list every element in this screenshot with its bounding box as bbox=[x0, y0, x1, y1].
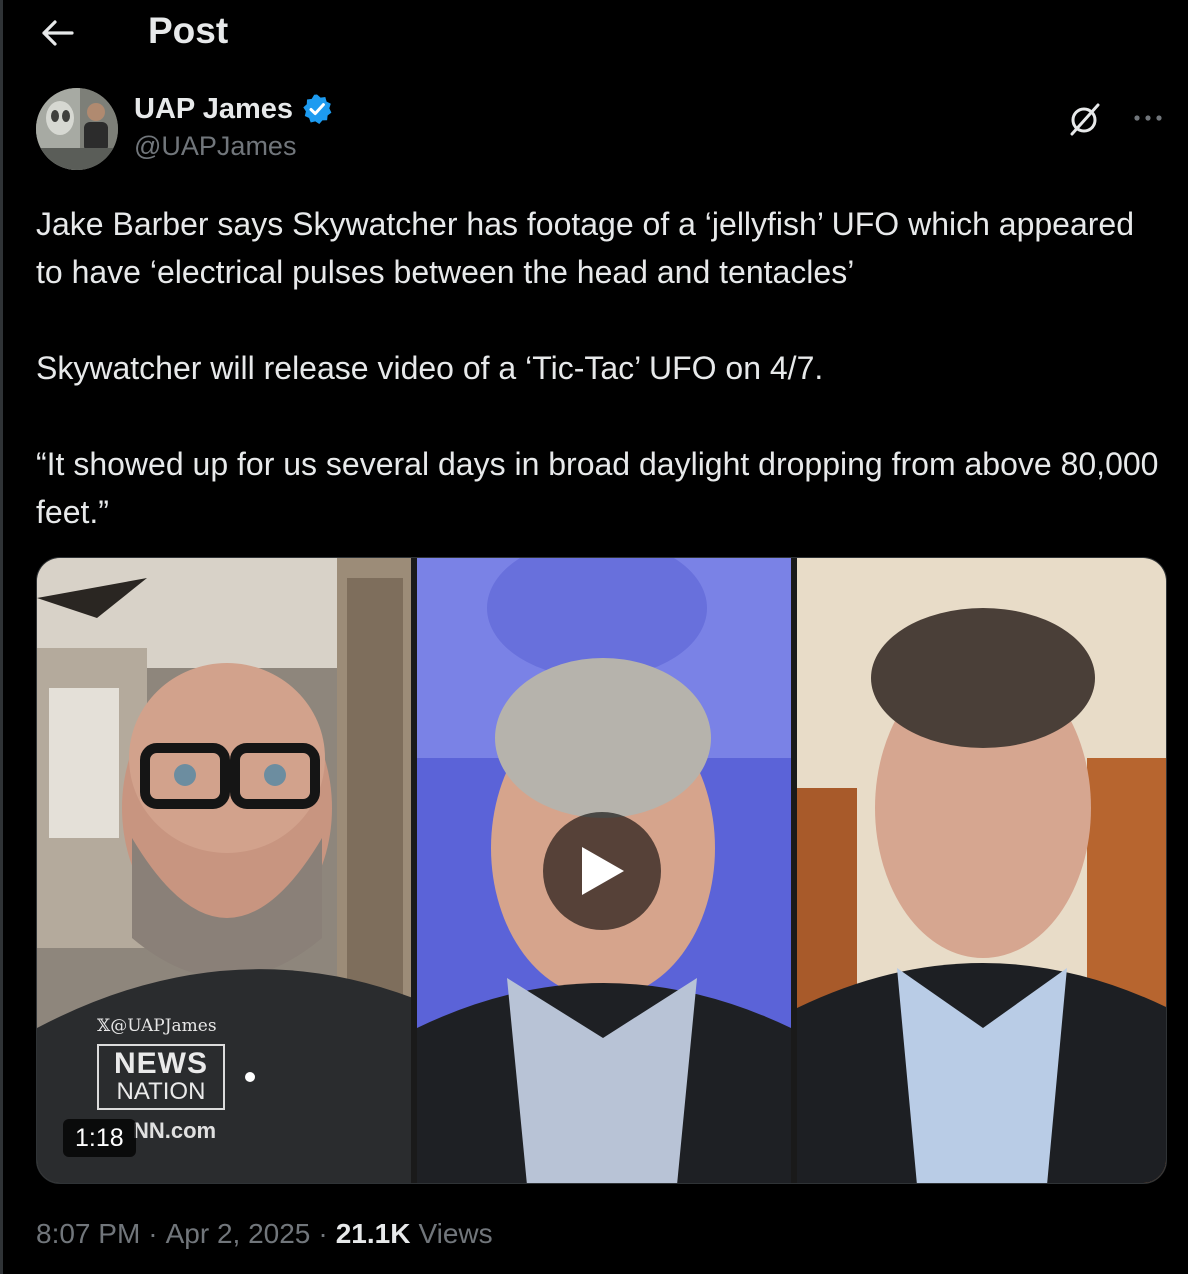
grok-icon bbox=[1070, 103, 1100, 136]
logo-line2: NATION bbox=[116, 1078, 206, 1105]
more-dots-icon bbox=[1134, 115, 1162, 121]
logo-line1: NEWS bbox=[114, 1047, 208, 1080]
avatar[interactable] bbox=[36, 88, 118, 170]
video-watermark: 𝕏@UAPJames bbox=[97, 1016, 217, 1036]
separator: · bbox=[148, 1218, 158, 1249]
author-handle[interactable]: @UAPJames bbox=[134, 131, 296, 162]
views-count: 21.1K bbox=[335, 1218, 411, 1249]
timeline-border bbox=[0, 0, 3, 1274]
author-display-name[interactable]: UAP James bbox=[134, 93, 293, 126]
arrow-left-icon bbox=[42, 20, 74, 46]
more-options-button[interactable] bbox=[1130, 100, 1166, 136]
tweet-paragraph: “It showed up for us several days in bro… bbox=[36, 446, 1159, 530]
play-icon bbox=[582, 847, 624, 895]
separator: · bbox=[318, 1218, 328, 1249]
site-text: NN.com bbox=[133, 1118, 217, 1143]
video-duration-badge: 1:18 bbox=[63, 1119, 136, 1157]
back-button[interactable] bbox=[34, 12, 80, 54]
page-title: Post bbox=[148, 10, 229, 51]
tweet-text: Jake Barber says Skywatcher has footage … bbox=[36, 200, 1166, 536]
news-nation-logo: NEWS NATION bbox=[97, 1044, 225, 1110]
play-button[interactable] bbox=[543, 812, 661, 930]
views-label: Views bbox=[418, 1218, 493, 1249]
author-name-row: UAP James bbox=[134, 90, 333, 128]
post-time[interactable]: 8:07 PM bbox=[36, 1218, 140, 1250]
top-bar: Post bbox=[0, 0, 1188, 64]
avatar-image bbox=[36, 88, 118, 170]
logo-dot bbox=[245, 1072, 255, 1082]
tweet-paragraph: Jake Barber says Skywatcher has footage … bbox=[36, 206, 1135, 290]
grok-button[interactable] bbox=[1066, 100, 1104, 138]
video-player[interactable]: 𝕏@UAPJames NEWS NATION NN.com 1:18 bbox=[36, 557, 1167, 1184]
tweet-paragraph: Skywatcher will release video of a ‘Tic-… bbox=[36, 350, 824, 386]
post-date[interactable]: Apr 2, 2025 bbox=[166, 1218, 311, 1250]
verified-badge-icon bbox=[303, 94, 332, 124]
post-meta: 8:07 PM · Apr 2, 2025 · 21.1K Views bbox=[36, 1218, 493, 1250]
